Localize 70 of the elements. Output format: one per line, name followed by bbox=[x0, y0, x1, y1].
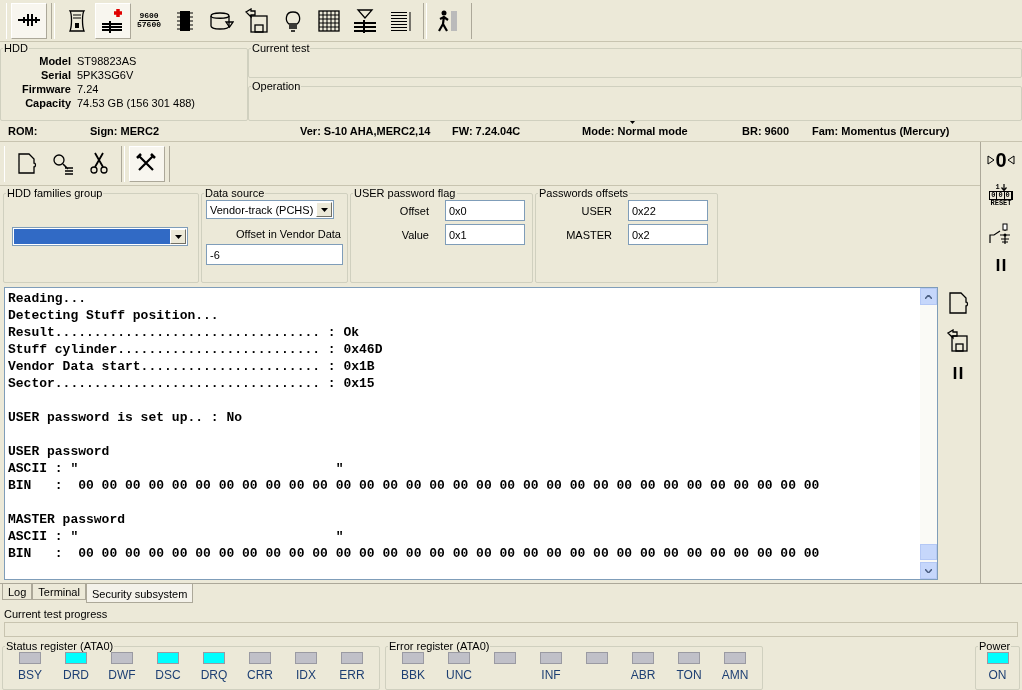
group-title: Current test bbox=[251, 42, 311, 54]
status-text: FW: 7.24.04C bbox=[452, 125, 522, 137]
input-field[interactable]: 0x2 bbox=[628, 224, 708, 245]
input-field[interactable]: 0x22 bbox=[628, 200, 708, 221]
group-title: USER password flag bbox=[353, 187, 457, 199]
field-value: 7.24 bbox=[77, 83, 100, 95]
terminal-line: ASCII : " " bbox=[8, 528, 345, 545]
field-value: ST98823AS bbox=[77, 55, 138, 67]
input-field[interactable]: 0x1 bbox=[445, 224, 525, 245]
group-title: Data source bbox=[204, 187, 266, 199]
terminal-line: Detecting Stuff position... bbox=[8, 307, 220, 324]
field-label: Offset bbox=[398, 204, 429, 217]
group-title: HDD families group bbox=[6, 187, 104, 199]
terminal-line: Vendor Data start....................... : 0x1B bbox=[8, 358, 376, 375]
progress-label: Current test progress bbox=[4, 608, 109, 622]
terminal-line: USER password is set up.. : No bbox=[8, 409, 244, 426]
indicator-label: CRR bbox=[247, 668, 273, 682]
group-title: Operation bbox=[251, 80, 302, 92]
terminal-line: USER password bbox=[8, 443, 111, 460]
indicator-label: DWF bbox=[108, 668, 136, 682]
status-text: Ver: S-10 AHA,MERC2,14 bbox=[300, 125, 432, 137]
status-text: ROM: bbox=[8, 125, 39, 137]
indicator-label: DSC bbox=[155, 668, 181, 682]
indicator-label: AMN bbox=[721, 668, 749, 682]
indicator-label: BSY bbox=[18, 668, 42, 682]
group-title: Power bbox=[978, 640, 1012, 652]
terminal-line: MASTER password bbox=[8, 511, 127, 528]
input-field[interactable]: 0x0 bbox=[445, 200, 525, 221]
counter-reset[interactable]: 0 bbox=[987, 150, 1015, 170]
group-title: Passwords offsets bbox=[538, 187, 630, 199]
terminal-line: BIN : 00 00 00 00 00 00 00 00 00 00 00 00 00 00 00 00 00 00 00 00 00 00 00 00 00 00 00 00 00 00 00 00 bbox=[8, 477, 821, 494]
terminal-line: Stuff cylinder.......................... : 0x46D bbox=[8, 341, 384, 358]
group-title: HDD bbox=[3, 42, 29, 54]
field-value: 74.53 GB (156 301 488) bbox=[77, 97, 197, 109]
terminal-line: Reading... bbox=[8, 290, 87, 307]
toolbar-button[interactable]: 9600 57600 bbox=[131, 2, 167, 39]
indicator-label: DRQ bbox=[200, 668, 228, 682]
field-label: Model bbox=[38, 55, 71, 67]
status-text: Fam: Momentus (Mercury) bbox=[812, 125, 951, 137]
field-label: Serial bbox=[40, 69, 71, 81]
tab[interactable]: Log bbox=[2, 584, 33, 600]
indicator-label: UNC bbox=[446, 668, 472, 682]
indicator-label: INF bbox=[541, 668, 561, 682]
indicator-label: BBK bbox=[401, 668, 425, 682]
tab[interactable]: Terminal bbox=[32, 584, 86, 600]
tab[interactable]: Security subsystem bbox=[85, 584, 194, 603]
indicator-label: IDX bbox=[296, 668, 316, 682]
input-field[interactable]: -6 bbox=[206, 244, 343, 265]
indicator-label: ABR bbox=[630, 668, 656, 682]
terminal-line: BIN : 00 00 00 00 00 00 00 00 00 00 00 00 00 00 00 00 00 00 00 00 00 00 00 00 00 00 00 00 00 00 00 00 bbox=[8, 545, 821, 562]
status-text: Sign: MERC2 bbox=[90, 125, 161, 137]
indicator-label: TON bbox=[676, 668, 702, 682]
field-value: 5PK3SG6V bbox=[77, 69, 135, 81]
field-label: Capacity bbox=[24, 97, 71, 109]
indicator-label: ON bbox=[988, 668, 1007, 682]
field-label: MASTER bbox=[565, 228, 612, 241]
field-label: USER bbox=[580, 204, 612, 217]
field-label: Value bbox=[400, 228, 429, 241]
terminal-line: Sector.................................. : 0x15 bbox=[8, 375, 376, 392]
indicator-label: DRD bbox=[63, 668, 89, 682]
field-label: Firmware bbox=[21, 83, 71, 95]
terminal-line: Result.................................. : Ok bbox=[8, 324, 361, 341]
group-title: Error register (ATA0) bbox=[388, 640, 491, 652]
dropdown[interactable]: Vendor-track (PCHS) bbox=[206, 200, 334, 219]
terminal-line: ASCII : " " bbox=[8, 460, 345, 477]
status-text: Mode: Normal mode bbox=[582, 125, 689, 137]
indicator-label: ERR bbox=[339, 668, 365, 682]
group-title: Status register (ATA0) bbox=[5, 640, 115, 652]
field-label: Offset in Vendor Data bbox=[235, 228, 341, 240]
status-text: BR: 9600 bbox=[742, 125, 791, 137]
